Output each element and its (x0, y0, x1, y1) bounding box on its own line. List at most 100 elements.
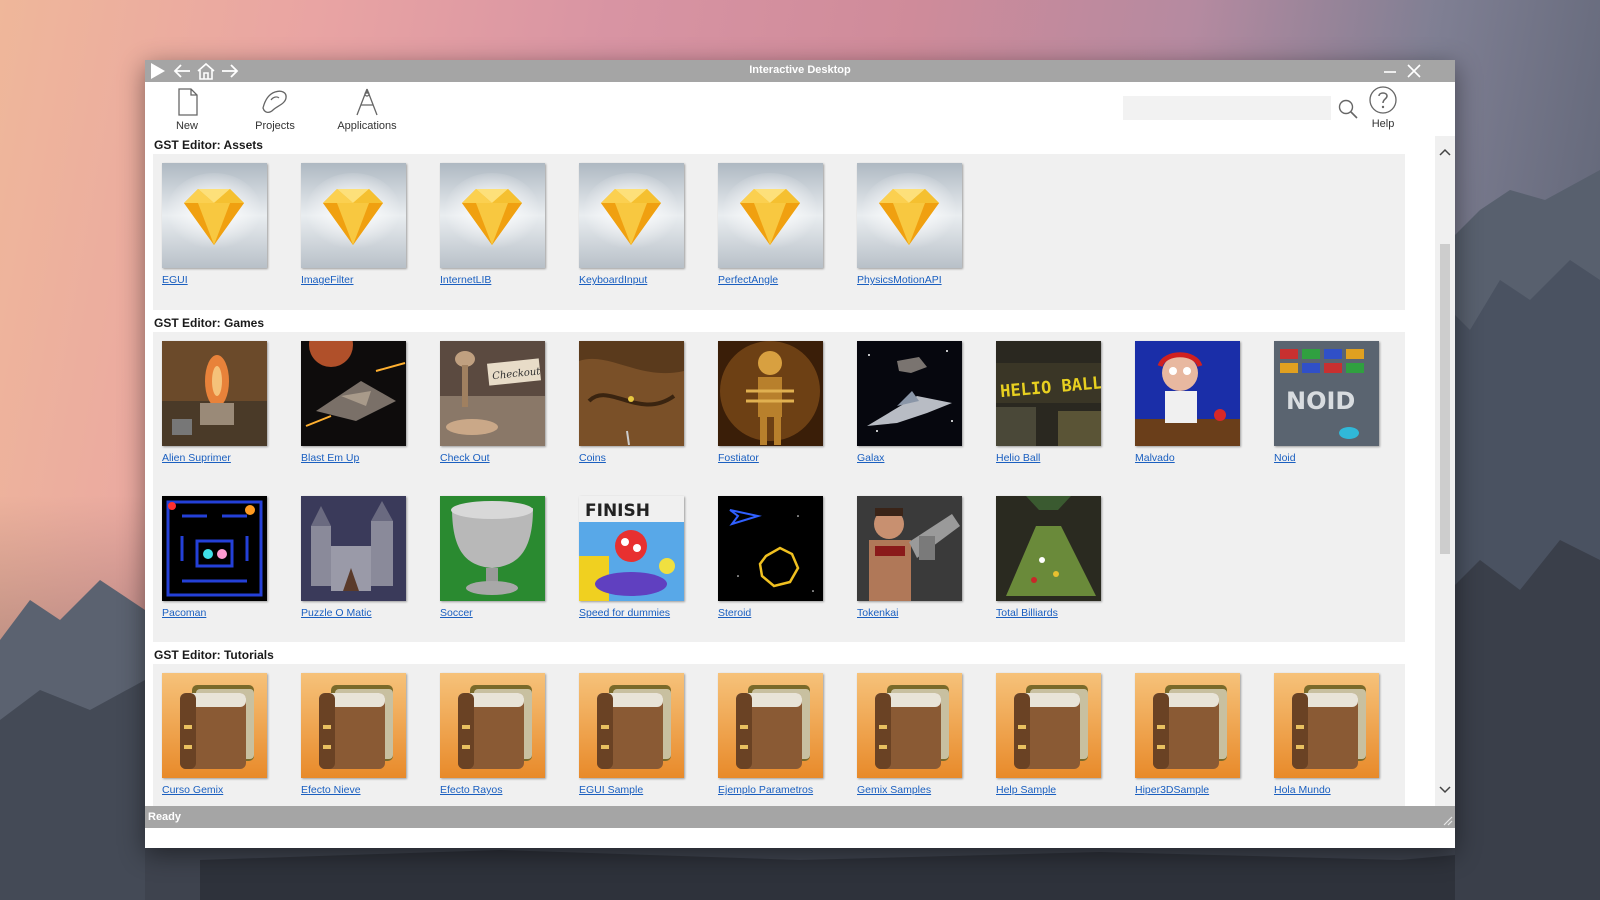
game-item-pacoman[interactable]: Pacoman (162, 496, 270, 619)
asset-item-internetlib[interactable]: InternetLIB (440, 163, 548, 286)
item-label: KeyboardInput (579, 274, 648, 286)
game-thumbnail (996, 496, 1101, 601)
gem-thumbnail (579, 163, 684, 268)
minimize-icon (1384, 71, 1396, 73)
gem-thumbnail (857, 163, 962, 268)
book-icon (857, 673, 962, 778)
malvado-thumbnail (1135, 341, 1240, 446)
gem-thumbnail (718, 163, 823, 268)
item-label: Gemix Samples (857, 784, 932, 796)
window-title: Interactive Desktop (749, 64, 851, 76)
book-thumbnail (1274, 673, 1379, 778)
game-item-alien-suprimer[interactable]: Alien Suprimer (162, 341, 270, 464)
search-button[interactable] (1335, 96, 1361, 122)
game-item-soccer[interactable]: Soccer (440, 496, 548, 619)
applications-button[interactable]: Applications (335, 86, 399, 132)
tutorial-item-hola-mundo[interactable]: Hola Mundo (1274, 673, 1382, 796)
chevron-down-icon (1439, 786, 1451, 794)
game-item-speed-for-dummies[interactable]: FINISH Speed for dummies (579, 496, 687, 619)
scroll-down-button[interactable] (1435, 782, 1455, 798)
applications-label: Applications (337, 120, 397, 132)
helio-ball-thumbnail: HELIO BALL (996, 341, 1101, 446)
game-item-coins[interactable]: Coins (579, 341, 687, 464)
game-item-malvado[interactable]: Malvado (1135, 341, 1243, 464)
scroll-thumb[interactable] (1440, 244, 1450, 554)
gem-icon (440, 163, 545, 268)
tutorial-item-help-sample[interactable]: Help Sample (996, 673, 1104, 796)
game-item-total-billiards[interactable]: Total Billiards (996, 496, 1104, 619)
new-button[interactable]: New (167, 86, 207, 132)
content-area: GST Editor: Assets EGUI ImageFilter Inte… (145, 136, 1435, 806)
game-thumbnail: FINISH (579, 496, 684, 601)
app-window: Interactive Desktop New Projects Applica… (145, 60, 1455, 848)
game-item-blast-em-up[interactable]: Blast Em Up (301, 341, 409, 464)
game-thumbnail (440, 496, 545, 601)
projects-button[interactable]: Projects (253, 86, 297, 132)
item-label: Hola Mundo (1274, 784, 1331, 796)
tutorial-item-gemix-samples[interactable]: Gemix Samples (857, 673, 965, 796)
item-label: Curso Gemix (162, 784, 224, 796)
tokenkai-thumbnail (857, 496, 962, 601)
vertical-scrollbar[interactable] (1435, 136, 1455, 806)
item-label: Hiper3DSample (1135, 784, 1210, 796)
tutorial-item-hiper3dsample[interactable]: Hiper3DSample (1135, 673, 1243, 796)
fostiator-thumbnail (718, 341, 823, 446)
item-label: Malvado (1135, 452, 1175, 464)
title-bar: Interactive Desktop (145, 60, 1455, 82)
galax-thumbnail (857, 341, 962, 446)
game-thumbnail (579, 341, 684, 446)
game-item-helio-ball[interactable]: HELIO BALL Helio Ball (996, 341, 1104, 464)
asset-item-egui[interactable]: EGUI (162, 163, 270, 286)
item-label: Check Out (440, 452, 490, 464)
item-label: Galax (857, 452, 885, 464)
game-thumbnail (162, 341, 267, 446)
item-label: Soccer (440, 607, 473, 619)
item-label: InternetLIB (440, 274, 492, 286)
tutorial-item-egui-sample[interactable]: EGUI Sample (579, 673, 687, 796)
gem-icon (857, 163, 962, 268)
scroll-up-button[interactable] (1435, 144, 1455, 160)
asset-item-keyboardinput[interactable]: KeyboardInput (579, 163, 687, 286)
game-item-puzzle-o-matic[interactable]: Puzzle O Matic (301, 496, 409, 619)
tutorial-item-curso-gemix[interactable]: Curso Gemix (162, 673, 270, 796)
speed-sign-text: FINISH (585, 501, 650, 521)
game-thumbnail (718, 496, 823, 601)
item-label: Efecto Rayos (440, 784, 503, 796)
tutorial-item-efecto-rayos[interactable]: Efecto Rayos (440, 673, 548, 796)
item-label: Ejemplo Parametros (718, 784, 814, 796)
game-thumbnail: HELIO BALL (996, 341, 1101, 446)
tutorial-item-efecto-nieve[interactable]: Efecto Nieve (301, 673, 409, 796)
book-icon (996, 673, 1101, 778)
minimize-button[interactable] (1379, 61, 1401, 81)
asset-item-physicsmotionapi[interactable]: PhysicsMotionAPI (857, 163, 965, 286)
book-thumbnail (857, 673, 962, 778)
gem-icon (301, 163, 406, 268)
item-label: Steroid (718, 607, 752, 619)
help-label: Help (1371, 118, 1395, 130)
game-thumbnail (301, 496, 406, 601)
status-text: Ready (148, 811, 182, 823)
item-label: EGUI (162, 274, 188, 286)
tutorial-item-ejemplo-parametros[interactable]: Ejemplo Parametros (718, 673, 826, 796)
new-document-icon (178, 88, 198, 116)
game-item-galax[interactable]: Galax (857, 341, 965, 464)
new-label: New (175, 120, 198, 132)
pacoman-thumbnail (162, 496, 267, 601)
asset-item-imagefilter[interactable]: ImageFilter (301, 163, 409, 286)
item-label: Fostiator (718, 452, 759, 464)
resize-grip-icon[interactable] (1441, 814, 1453, 826)
asset-item-perfectangle[interactable]: PerfectAngle (718, 163, 826, 286)
game-item-steroid[interactable]: Steroid (718, 496, 826, 619)
search-input[interactable] (1123, 96, 1331, 120)
help-button[interactable]: Help (1363, 84, 1403, 130)
book-thumbnail (996, 673, 1101, 778)
game-item-tokenkai[interactable]: Tokenkai (857, 496, 965, 619)
game-item-fostiator[interactable]: Fostiator (718, 341, 826, 464)
soccer-thumbnail (440, 496, 545, 601)
game-item-noid[interactable]: NOID Noid (1274, 341, 1382, 464)
close-button[interactable] (1403, 61, 1425, 81)
close-icon (1407, 64, 1421, 78)
game-thumbnail (857, 496, 962, 601)
game-thumbnail (718, 341, 823, 446)
game-item-check-out[interactable]: Checkout Check Out (440, 341, 548, 464)
